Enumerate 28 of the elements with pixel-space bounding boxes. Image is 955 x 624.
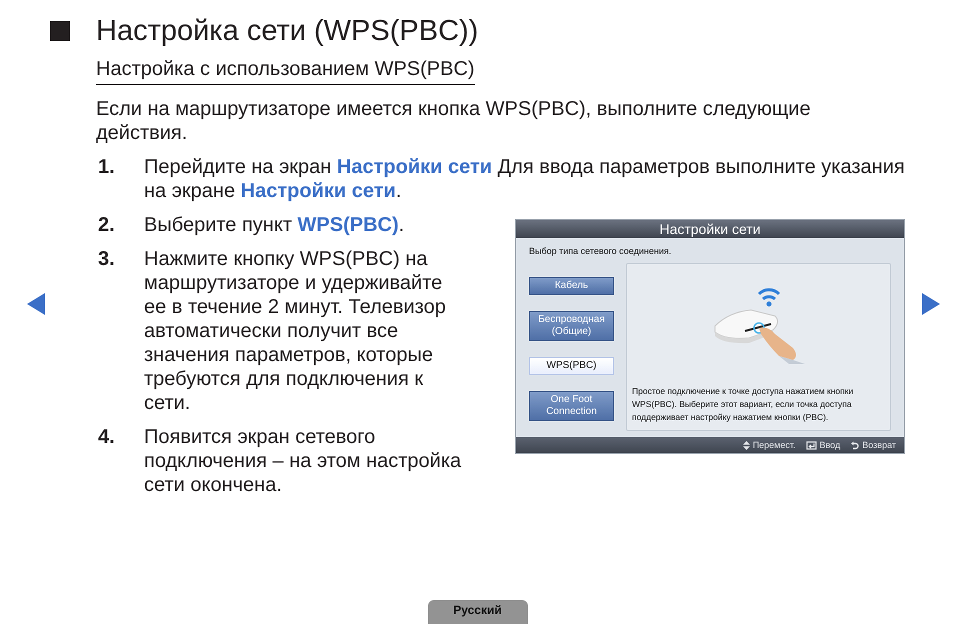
section-subtitle: Настройка с использованием WPS(PBC) xyxy=(96,57,475,82)
step-number: 1. xyxy=(98,155,116,179)
hint-label: Ввод xyxy=(820,440,840,450)
screen-prompt: Выбор типа сетевого соединения. xyxy=(529,246,672,257)
hint-label: Перемест. xyxy=(752,440,796,450)
step-number: 3. xyxy=(98,247,116,271)
hint-label: Возврат xyxy=(862,440,896,450)
step-text: Нажмите кнопку WPS(PBC) на маршрутизаторе и удерживайте ее в течение 2 минут. Телевизор автоматически получит все значения параметров, которые требуются для подключения к сети. xyxy=(144,248,446,414)
page-title: Настройка сети (WPS(PBC)) xyxy=(96,14,478,48)
language-tab[interactable]: Русский xyxy=(428,600,528,624)
up-down-icon xyxy=(742,440,750,450)
step-number: 4. xyxy=(98,425,116,449)
connection-option[interactable]: One Foot Connection xyxy=(529,391,614,421)
connection-option[interactable]: Кабель xyxy=(529,277,614,295)
enter-icon xyxy=(806,440,816,450)
step-text: Выберите пункт WPS(PBC). xyxy=(144,214,404,236)
step-text: Перейдите на экран Настройки сети Для ввода параметров выполните указания на экране Настройки сети. xyxy=(144,156,905,202)
return-icon xyxy=(850,440,860,450)
option-description: Простое подключение к точке доступа нажатием кнопки WPS(PBC). Выберите этот вариант, если точка доступа поддерживает настройку нажатием кнопки (PBC). xyxy=(632,385,854,424)
step-number: 2. xyxy=(98,213,116,237)
intro-paragraph: Если на маршрутизаторе имеется кнопка WPS(PBC), выполните следующие действия. xyxy=(96,97,812,145)
step-text: Появится экран сетевого подключения – на этом настройка сети окончена. xyxy=(144,426,462,496)
bullet-square-icon xyxy=(50,21,70,41)
previous-page-arrow-icon[interactable] xyxy=(27,293,45,315)
screen-title: Настройки сети xyxy=(659,221,761,237)
connection-option[interactable]: Беспроводная (Общие) xyxy=(529,311,614,341)
next-page-arrow-icon[interactable] xyxy=(922,293,940,315)
connection-option[interactable]: WPS(PBC) xyxy=(529,357,614,375)
